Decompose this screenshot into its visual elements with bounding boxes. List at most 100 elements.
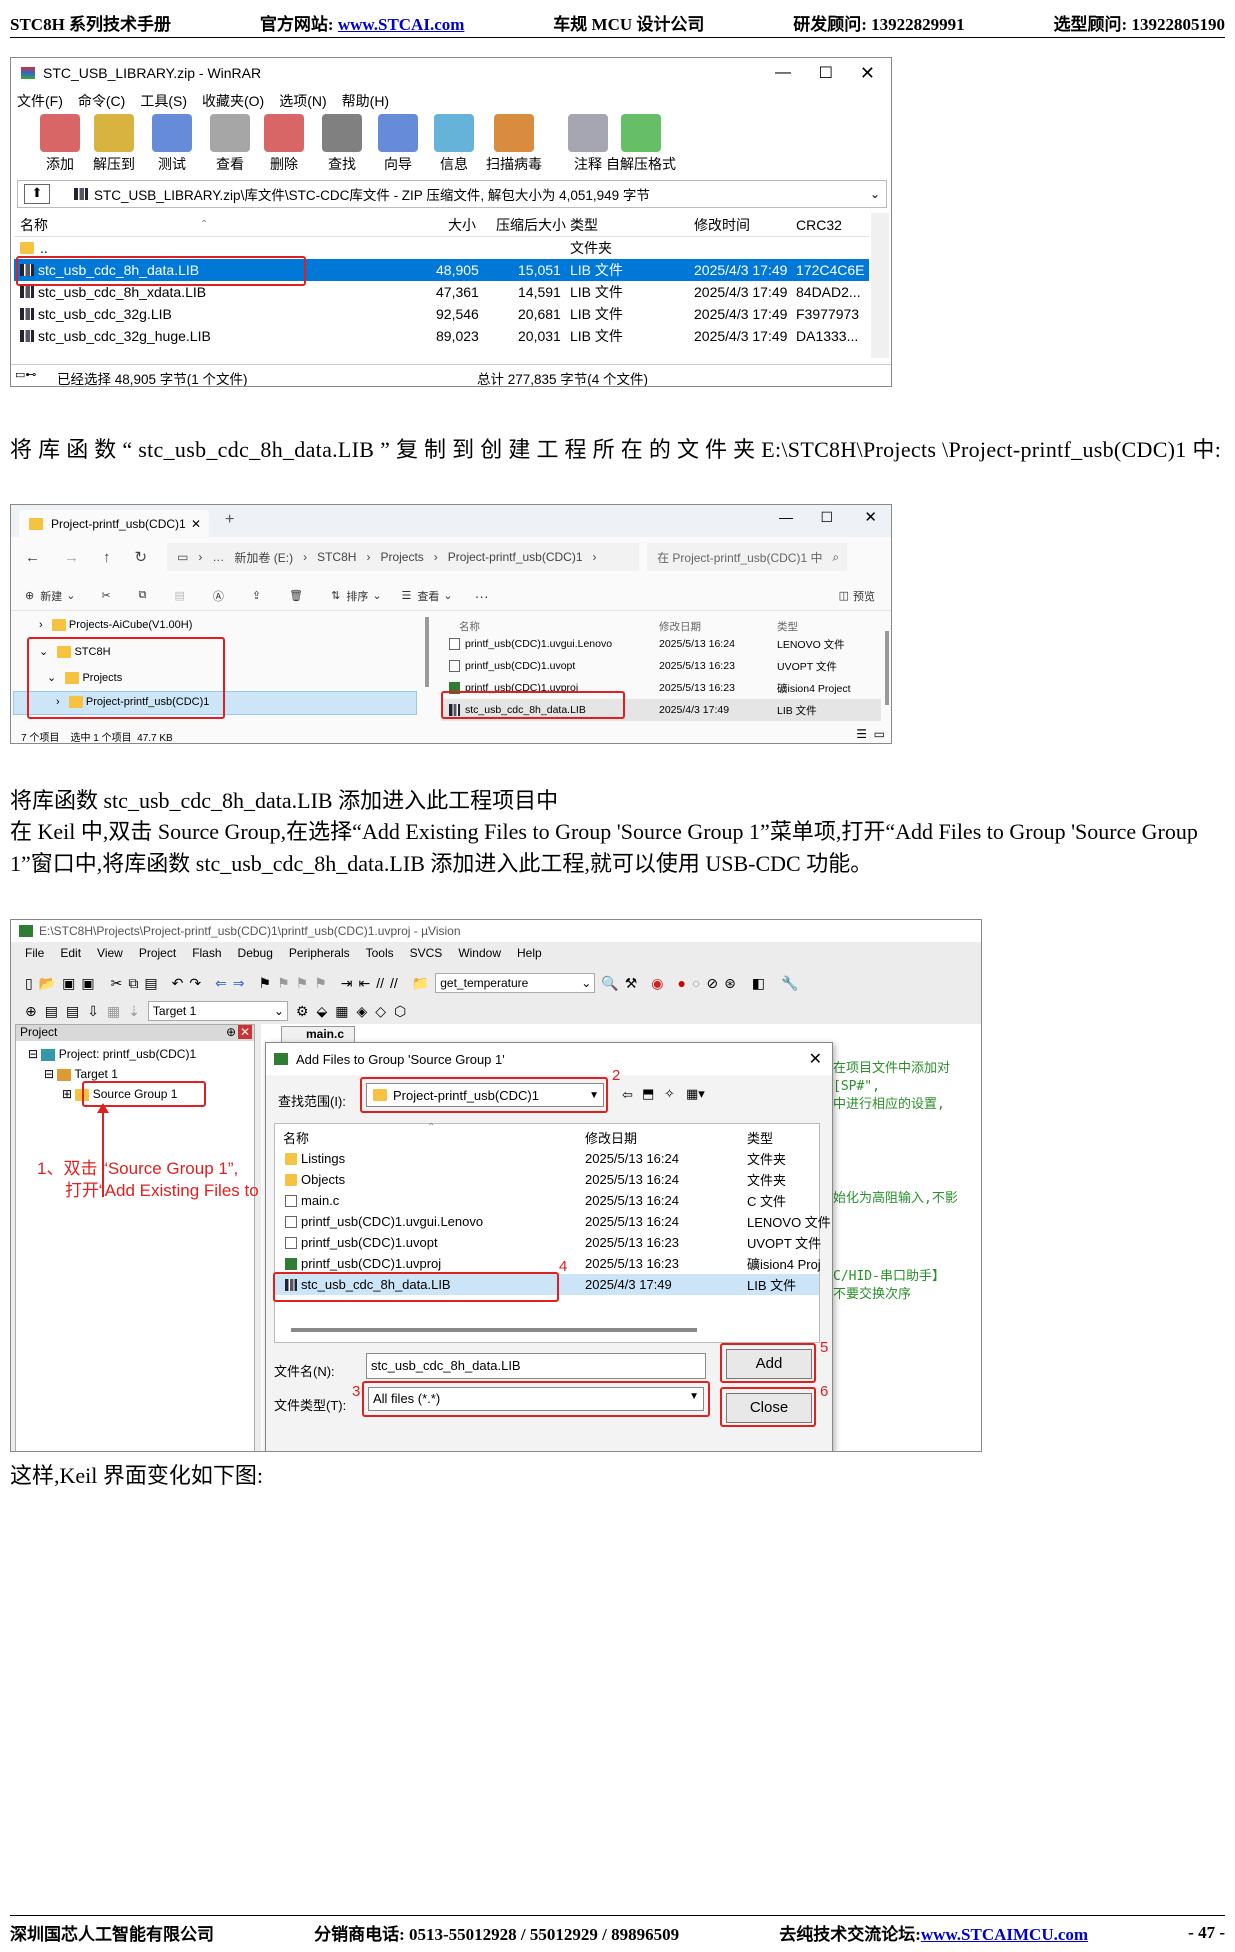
copy-icon[interactable]: ⧉ bbox=[128, 975, 138, 992]
stop-build-icon[interactable]: ▦ bbox=[107, 1003, 120, 1020]
paste-icon[interactable]: ▤ bbox=[144, 975, 157, 992]
comment-icon[interactable]: // bbox=[376, 975, 384, 991]
col-name[interactable]: 名称 bbox=[459, 619, 480, 634]
col-mtime[interactable]: 修改时间 bbox=[694, 215, 750, 235]
new-file-icon[interactable]: ▯ bbox=[25, 975, 33, 992]
file-scrollbar[interactable] bbox=[885, 631, 889, 705]
menu-item[interactable]: 命令(C) bbox=[78, 91, 125, 113]
nav-fwd-icon[interactable]: ⇒ bbox=[233, 975, 245, 992]
toolbar-button[interactable]: 查找 bbox=[313, 114, 371, 174]
menu-item[interactable]: File bbox=[25, 946, 44, 966]
up-icon[interactable]: ↑ bbox=[103, 549, 111, 566]
save-all-icon[interactable]: ▣ bbox=[81, 975, 94, 992]
toolbar-button[interactable]: 信息 bbox=[425, 114, 483, 174]
download-icon[interactable]: ⇣ bbox=[128, 1003, 140, 1020]
menu-item[interactable]: 文件(F) bbox=[17, 91, 63, 113]
batch-build-icon[interactable]: ⇩ bbox=[87, 1003, 99, 1020]
address-bar[interactable]: ⬆ STC_USB_LIBRARY.zip\库文件\STC-CDC库文件 - Z… bbox=[17, 180, 887, 208]
new-tab-icon[interactable]: + bbox=[225, 511, 234, 529]
col-date[interactable]: 修改日期 bbox=[585, 1128, 637, 1147]
menu-item[interactable]: Peripherals bbox=[289, 946, 350, 966]
menu-item[interactable]: View bbox=[97, 946, 123, 966]
view-icon[interactable]: ☰ bbox=[402, 589, 412, 602]
crumb-projects[interactable]: Projects bbox=[380, 550, 423, 564]
paste-icon[interactable]: ▤ bbox=[175, 589, 185, 602]
toolbar-button[interactable]: 测试 bbox=[143, 114, 201, 174]
breadcrumb[interactable]: ▭ ›… 新加卷 (E:) › STC8H › Projects › Project-p… bbox=[167, 543, 640, 571]
col-size[interactable]: 大小 bbox=[448, 215, 476, 235]
chevron-down-icon[interactable]: ⌄ bbox=[870, 187, 880, 201]
menu-item[interactable]: Help bbox=[517, 946, 542, 966]
menu-item[interactable]: Project bbox=[139, 946, 176, 966]
horizontal-scrollbar[interactable] bbox=[291, 1328, 697, 1332]
site-link[interactable]: www.STCAI.com bbox=[338, 15, 465, 34]
bookmark-next-icon[interactable]: ⚑ bbox=[296, 975, 309, 992]
tree-scrollbar[interactable] bbox=[425, 617, 429, 687]
close-button[interactable]: ✕ bbox=[864, 508, 877, 526]
forward-icon[interactable]: → bbox=[64, 549, 79, 566]
up-folder-icon[interactable]: ⬒ bbox=[642, 1086, 654, 1102]
filename-field[interactable]: stc_usb_cdc_8h_data.LIB bbox=[366, 1353, 706, 1379]
copy-icon[interactable]: ⧉ bbox=[139, 589, 147, 602]
unindent-icon[interactable]: ⇤ bbox=[359, 975, 371, 992]
share-icon[interactable]: ⇪ bbox=[252, 589, 261, 602]
menu-item[interactable]: Flash bbox=[192, 946, 221, 966]
tiles-view-icon[interactable]: ▭ bbox=[874, 727, 885, 741]
replace-icon[interactable]: ⚒ bbox=[625, 975, 638, 992]
sort-icon[interactable]: ⇅ bbox=[331, 589, 340, 602]
close-tab-icon[interactable]: ✕ bbox=[191, 517, 201, 531]
list-item[interactable]: printf_usb(CDC)1.uvproj 2025/5/13 16:23 礦i… bbox=[275, 1253, 821, 1274]
menu-item[interactable]: Window bbox=[458, 946, 501, 966]
toolbar-button[interactable]: 扫描病毒 bbox=[485, 114, 543, 174]
new-folder-icon[interactable]: ✧ bbox=[664, 1086, 675, 1102]
view-button[interactable]: 查看 bbox=[417, 588, 439, 604]
minimize-button[interactable]: — bbox=[779, 509, 793, 525]
refresh-icon[interactable]: ↻ bbox=[135, 548, 148, 566]
col-name[interactable]: 名称 bbox=[283, 1128, 309, 1147]
uncomment-icon[interactable]: // bbox=[390, 975, 398, 991]
table-row[interactable]: stc_usb_cdc_32g.LIB 92,546 20,681 LIB 文件 202… bbox=[14, 303, 869, 325]
menu-item[interactable]: 帮助(H) bbox=[342, 91, 389, 113]
bookmark-icon[interactable]: ⚑ bbox=[259, 975, 272, 992]
table-row[interactable]: stc_usb_cdc_32g_huge.LIB 89,023 20,031 LIB … bbox=[14, 325, 869, 347]
cut-icon[interactable]: ✂ bbox=[111, 975, 123, 992]
crumb-stc8h[interactable]: STC8H bbox=[317, 550, 356, 564]
list-item[interactable]: printf_usb(CDC)1.uvopt 2025/5/13 16:23 UVO… bbox=[275, 1232, 821, 1253]
delete-icon[interactable]: 🗑 bbox=[289, 589, 303, 602]
list-item[interactable]: main.c 2025/5/13 16:24 C 文件 bbox=[275, 1190, 819, 1211]
open-icon[interactable]: 📂 bbox=[39, 975, 56, 992]
tree-item-aicube[interactable]: › Projects-AiCube(V1.00H) bbox=[39, 619, 192, 632]
breakpoint-icon[interactable]: ● bbox=[677, 975, 685, 991]
toolbar-button[interactable]: 查看 bbox=[201, 114, 259, 174]
breakpoint-disable-icon[interactable]: ○ bbox=[692, 975, 700, 991]
col-crc[interactable]: CRC32 bbox=[796, 217, 842, 233]
preview-button[interactable]: 预览 bbox=[853, 588, 875, 604]
minimize-button[interactable]: — bbox=[775, 64, 791, 82]
menu-item[interactable]: 工具(S) bbox=[140, 91, 187, 113]
vertical-scrollbar[interactable] bbox=[871, 213, 889, 358]
window-layout-icon[interactable]: ◧ bbox=[752, 975, 765, 992]
more-icon[interactable]: ··· bbox=[475, 588, 489, 604]
manage-components-icon[interactable]: ⬙ bbox=[316, 1003, 327, 1020]
dialog-close-icon[interactable]: ✕ bbox=[809, 1049, 822, 1069]
toolbar-button[interactable]: 自解压格式 bbox=[603, 114, 679, 174]
debug-icon[interactable]: ◉ bbox=[651, 975, 663, 992]
rename-icon[interactable]: Ⓐ bbox=[213, 588, 224, 604]
col-date[interactable]: 修改日期 bbox=[659, 619, 701, 634]
col-type[interactable]: 类型 bbox=[747, 1128, 773, 1147]
config-icon[interactable]: 🔧 bbox=[781, 975, 798, 992]
back-icon[interactable]: ⇦ bbox=[622, 1087, 633, 1103]
find-in-files-icon[interactable]: 📁 bbox=[412, 975, 429, 992]
translate-icon[interactable]: ⊕ bbox=[25, 1003, 37, 1020]
maximize-button[interactable]: ☐ bbox=[820, 509, 833, 526]
list-item[interactable]: printf_usb(CDC)1.uvgui.Lenovo 2025/5/13 1… bbox=[441, 633, 881, 655]
col-name[interactable]: 名称 bbox=[20, 215, 48, 235]
bookmark-prev-icon[interactable]: ⚑ bbox=[277, 975, 290, 992]
cut-icon[interactable]: ✂ bbox=[101, 589, 110, 602]
back-icon[interactable]: ← bbox=[25, 549, 40, 566]
list-item[interactable]: printf_usb(CDC)1.uvgui.Lenovo 2025/5/13 1… bbox=[275, 1211, 831, 1232]
toolbar-button[interactable]: 向导 bbox=[369, 114, 427, 174]
toolbar-button[interactable]: 添加 bbox=[31, 114, 89, 174]
col-type[interactable]: 类型 bbox=[777, 619, 798, 634]
rebuild-icon[interactable]: ▤ bbox=[66, 1003, 79, 1020]
